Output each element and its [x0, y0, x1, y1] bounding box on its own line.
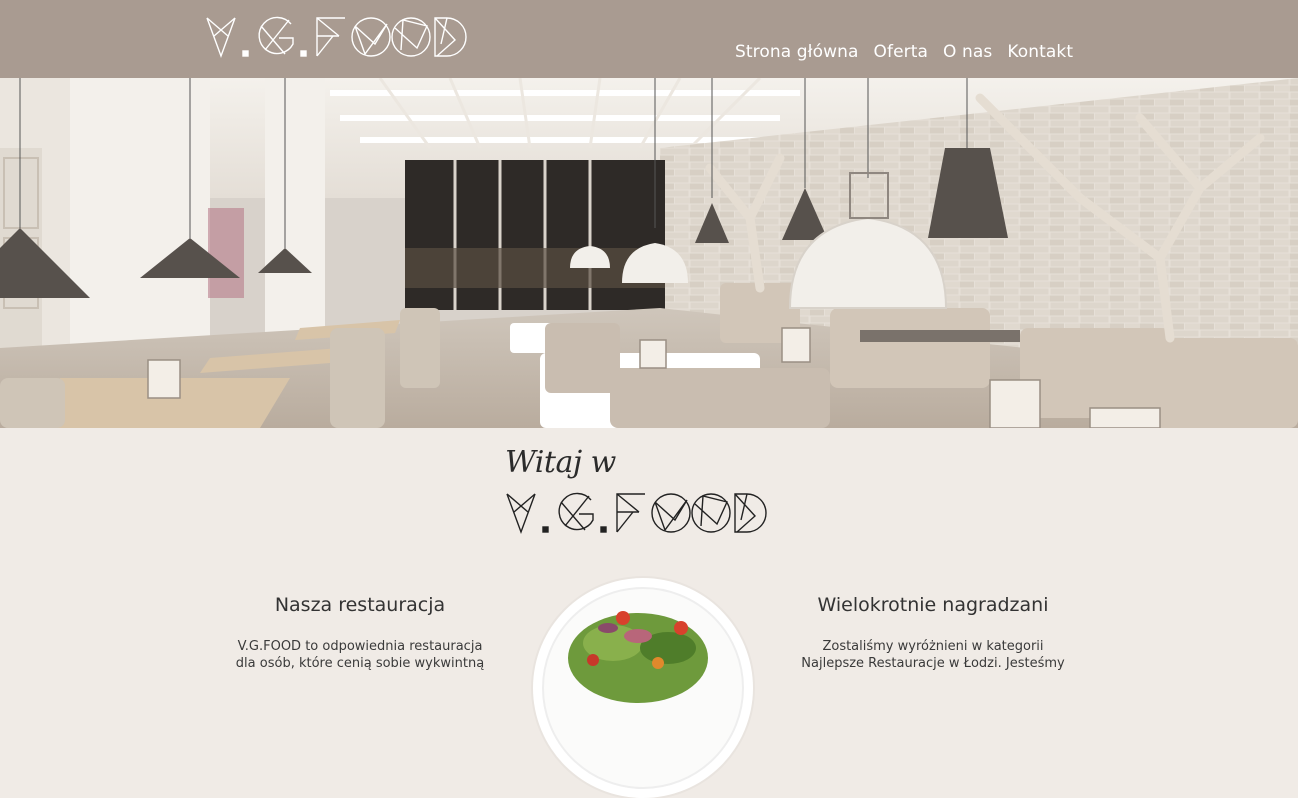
welcome-text: Witaj w [505, 445, 616, 480]
awards-text-line-1: Zostaliśmy wyróżnieni w kategorii [822, 639, 1044, 654]
restaurant-heading: Nasza restauracja [274, 594, 446, 616]
nav-contact[interactable]: Kontakt [1007, 40, 1073, 64]
restaurant-text-line-1: V.G.FOOD to odpowiednia restauracja [237, 639, 483, 654]
site-logo[interactable] [205, 14, 467, 60]
intro-logo [506, 492, 767, 535]
main-nav: Strona główna Oferta O nas Kontakt [735, 40, 1073, 64]
awards-heading: Wielokrotnie nagradzani [817, 594, 1049, 616]
restaurant-text-line-2: dla osób, które cenią sobie wykwintną [235, 656, 485, 671]
restaurant-interior-image [0, 78, 1298, 428]
salad-plate-image [533, 578, 753, 798]
nav-offer[interactable]: Oferta [874, 40, 929, 64]
logo-geometric-icon [206, 16, 467, 59]
salad-icon [542, 587, 744, 789]
site-header: Strona główna Oferta O nas Kontakt [0, 0, 1298, 78]
nav-about[interactable]: O nas [943, 40, 992, 64]
hero-slider[interactable] [0, 78, 1298, 428]
nav-home[interactable]: Strona główna [735, 40, 859, 64]
awards-text-line-2: Najlepsze Restauracje w Łodzi. Jesteśmy [801, 656, 1065, 671]
